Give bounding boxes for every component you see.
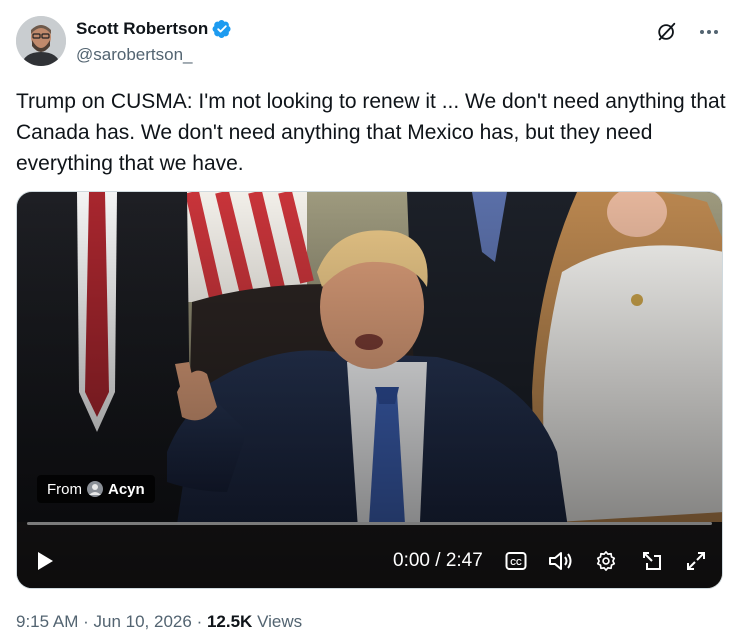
views-label: Views: [257, 612, 303, 631]
picture-in-picture-icon[interactable]: [639, 548, 665, 574]
tweet-time[interactable]: 9:15 AM: [16, 612, 78, 631]
volume-icon[interactable]: [547, 548, 573, 574]
tweet-date[interactable]: Jun 10, 2026: [94, 612, 192, 631]
video-progress-bar[interactable]: [27, 522, 712, 525]
video-player[interactable]: From Acyn 0:00 / 2:47 CC: [16, 191, 723, 589]
tweet-text: Trump on CUSMA: I'm not looking to renew…: [16, 90, 726, 175]
grok-icon[interactable]: [655, 20, 679, 44]
meta-separator: ·: [83, 612, 89, 631]
source-avatar-icon: [87, 481, 103, 497]
views-count[interactable]: 12.5K: [207, 612, 252, 631]
meta-separator: ·: [196, 612, 203, 631]
fullscreen-icon[interactable]: [683, 548, 709, 574]
video-frame: [17, 192, 722, 588]
play-icon[interactable]: [35, 550, 55, 577]
video-time: 0:00 / 2:47: [393, 550, 483, 571]
video-source-badge[interactable]: From Acyn: [37, 475, 155, 503]
avatar[interactable]: [16, 16, 66, 66]
tweet-meta: 9:15 AM · Jun 10, 2026 · 12.5K Views: [16, 612, 302, 632]
from-label: From: [47, 480, 82, 498]
avatar-image: [16, 16, 66, 66]
captions-icon[interactable]: CC: [503, 548, 529, 574]
svg-text:CC: CC: [510, 558, 522, 567]
tweet-header-actions: [655, 20, 721, 44]
author-name-row[interactable]: Scott Robertson: [76, 19, 232, 39]
more-icon[interactable]: [697, 20, 721, 44]
source-name[interactable]: Acyn: [108, 481, 145, 498]
author-display-name[interactable]: Scott Robertson: [76, 19, 208, 39]
verified-badge-icon[interactable]: [212, 19, 232, 39]
settings-icon[interactable]: [593, 548, 619, 574]
video-controls: 0:00 / 2:47 CC: [17, 544, 722, 578]
author-handle[interactable]: @sarobertson_: [76, 45, 193, 65]
